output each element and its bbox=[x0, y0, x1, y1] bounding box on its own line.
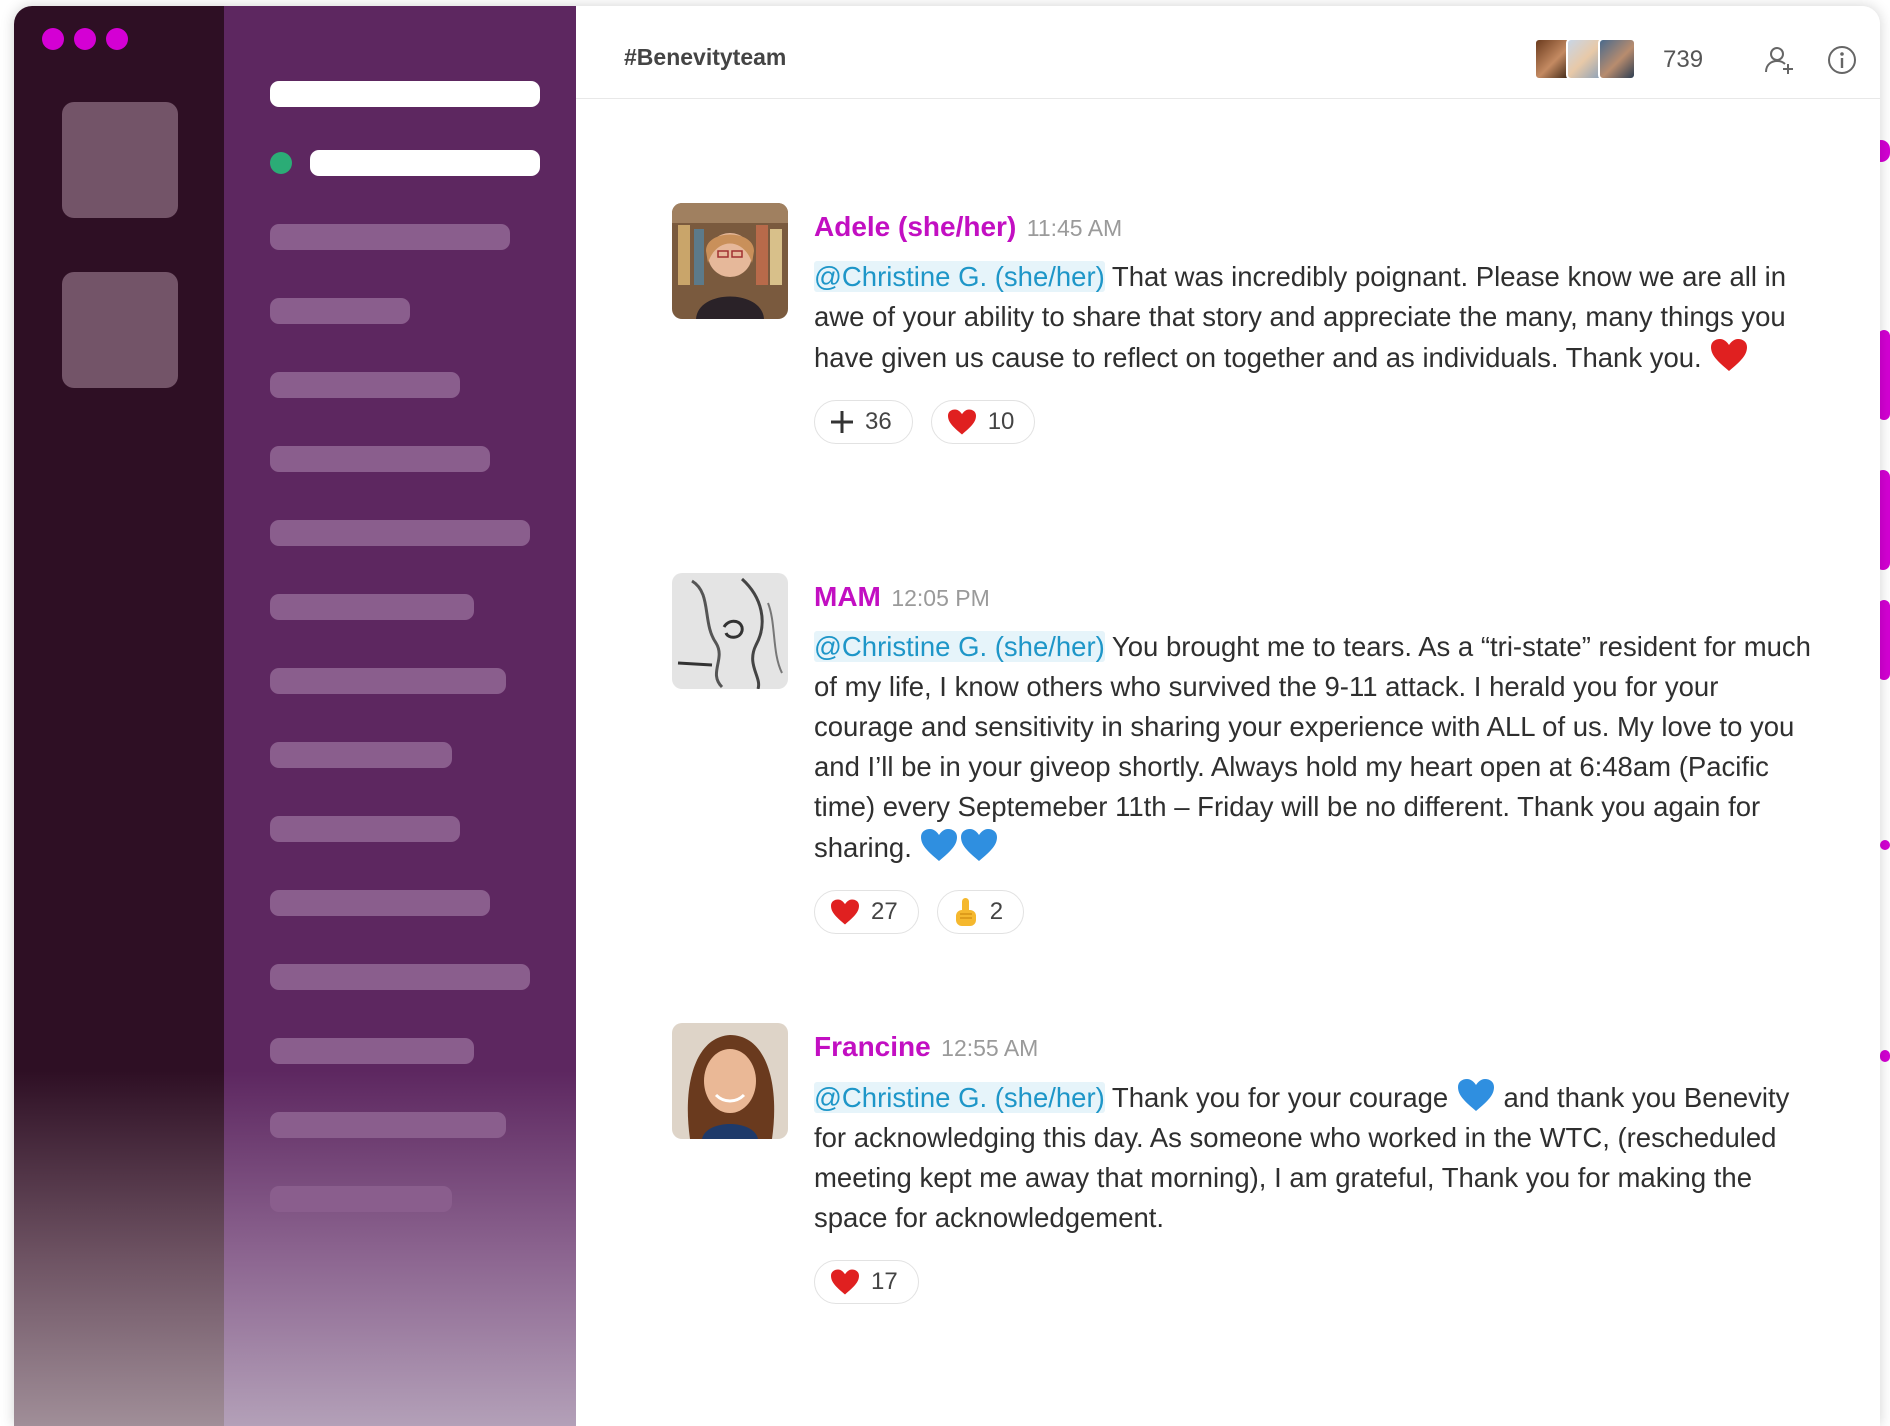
reactions: 17 bbox=[814, 1260, 1814, 1304]
reaction-count: 36 bbox=[865, 408, 892, 435]
reaction-count: 17 bbox=[871, 1268, 898, 1295]
sidebar-item-placeholder[interactable] bbox=[270, 668, 506, 694]
app-window: #Benevityteam 739 Adele (she/her) 11:45 … bbox=[14, 6, 1880, 1426]
sidebar-item-placeholder[interactable] bbox=[270, 446, 490, 472]
window-dot-maximize[interactable] bbox=[106, 28, 128, 50]
sidebar-item-placeholder[interactable] bbox=[270, 298, 410, 324]
sidebar-item-placeholder[interactable] bbox=[270, 742, 452, 768]
sidebar-item-placeholder[interactable] bbox=[270, 816, 460, 842]
reaction-plus[interactable]: 36 bbox=[814, 400, 913, 444]
red-heart-icon bbox=[831, 899, 859, 925]
reaction-count: 2 bbox=[989, 898, 1004, 925]
decoration bbox=[1880, 1050, 1890, 1062]
workspace-tile[interactable] bbox=[62, 272, 178, 388]
plus-icon bbox=[831, 411, 853, 433]
sidebar-item-placeholder[interactable] bbox=[270, 1038, 474, 1064]
sidebar-item-placeholder[interactable] bbox=[270, 964, 530, 990]
timestamp[interactable]: 12:05 PM bbox=[891, 585, 989, 611]
channel-title[interactable]: #Benevityteam bbox=[624, 44, 786, 71]
member-avatar bbox=[1598, 38, 1636, 80]
red-heart-icon bbox=[947, 409, 976, 435]
reaction-pointing-up[interactable]: 2 bbox=[936, 890, 1025, 934]
reactions: 27 2 bbox=[814, 890, 1814, 934]
reaction-count: 27 bbox=[871, 898, 898, 925]
reaction-red-heart[interactable]: 17 bbox=[814, 1260, 919, 1304]
channel-main: #Benevityteam 739 Adele (she/her) 11:45 … bbox=[576, 6, 1880, 1426]
reaction-count: 10 bbox=[987, 408, 1015, 435]
avatar[interactable] bbox=[672, 203, 788, 319]
channel-header: #Benevityteam 739 bbox=[576, 6, 1880, 99]
online-status-icon bbox=[270, 152, 292, 174]
timestamp[interactable]: 12:55 AM bbox=[941, 1035, 1038, 1061]
sidebar-item-placeholder[interactable] bbox=[270, 1186, 452, 1212]
message-content: Thank you for your courage bbox=[1104, 1082, 1456, 1113]
reaction-red-heart[interactable]: 10 bbox=[930, 400, 1036, 444]
reactions: 36 10 bbox=[814, 400, 1814, 444]
channel-sidebar bbox=[224, 6, 576, 1426]
member-count[interactable]: 739 bbox=[1663, 46, 1703, 74]
timestamp[interactable]: 11:45 AM bbox=[1027, 215, 1122, 241]
author-name[interactable]: Francine bbox=[814, 1031, 931, 1062]
pointing-up-hand-icon bbox=[955, 898, 976, 926]
user-mention[interactable]: @Christine G. (she/her) bbox=[814, 631, 1105, 662]
red-heart-icon bbox=[831, 1269, 859, 1295]
user-mention[interactable]: @Christine G. (she/her) bbox=[814, 1082, 1105, 1113]
sidebar-item-placeholder[interactable] bbox=[270, 520, 530, 546]
author-name[interactable]: Adele (she/her) bbox=[814, 211, 1016, 242]
window-controls bbox=[42, 28, 128, 50]
author-name[interactable]: MAM bbox=[814, 581, 881, 612]
info-icon[interactable] bbox=[1826, 44, 1858, 76]
sidebar-item-placeholder[interactable] bbox=[270, 594, 474, 620]
add-member-icon[interactable] bbox=[1764, 44, 1796, 76]
blue-heart-icon bbox=[921, 829, 958, 861]
sidebar-item-placeholder[interactable] bbox=[270, 890, 490, 916]
sidebar-item-placeholder[interactable] bbox=[270, 1112, 506, 1138]
sidebar-item-placeholder[interactable] bbox=[270, 224, 510, 250]
message-text: @Christine G. (she/her) You brought me t… bbox=[814, 627, 1814, 868]
member-avatars[interactable] bbox=[1534, 38, 1636, 80]
blue-heart-icon bbox=[1457, 1079, 1494, 1111]
workspace-rail bbox=[14, 6, 224, 1426]
red-heart-icon bbox=[1711, 339, 1748, 371]
sidebar-item-placeholder[interactable] bbox=[270, 372, 460, 398]
sidebar-workspace-name-placeholder[interactable] bbox=[270, 81, 540, 107]
window-dot-close[interactable] bbox=[42, 28, 64, 50]
decoration bbox=[1880, 840, 1890, 850]
avatar[interactable] bbox=[672, 573, 788, 689]
blue-heart-icon bbox=[961, 829, 998, 861]
user-mention[interactable]: @Christine G. (she/her) bbox=[814, 261, 1105, 292]
reaction-red-heart[interactable]: 27 bbox=[814, 890, 919, 934]
message-text: @Christine G. (she/her) Thank you for yo… bbox=[814, 1077, 1814, 1238]
message-text: @Christine G. (she/her) That was incredi… bbox=[814, 257, 1814, 378]
sidebar-user-name-placeholder[interactable] bbox=[310, 150, 540, 176]
avatar[interactable] bbox=[672, 1023, 788, 1139]
window-dot-minimize[interactable] bbox=[74, 28, 96, 50]
workspace-tile[interactable] bbox=[62, 102, 178, 218]
